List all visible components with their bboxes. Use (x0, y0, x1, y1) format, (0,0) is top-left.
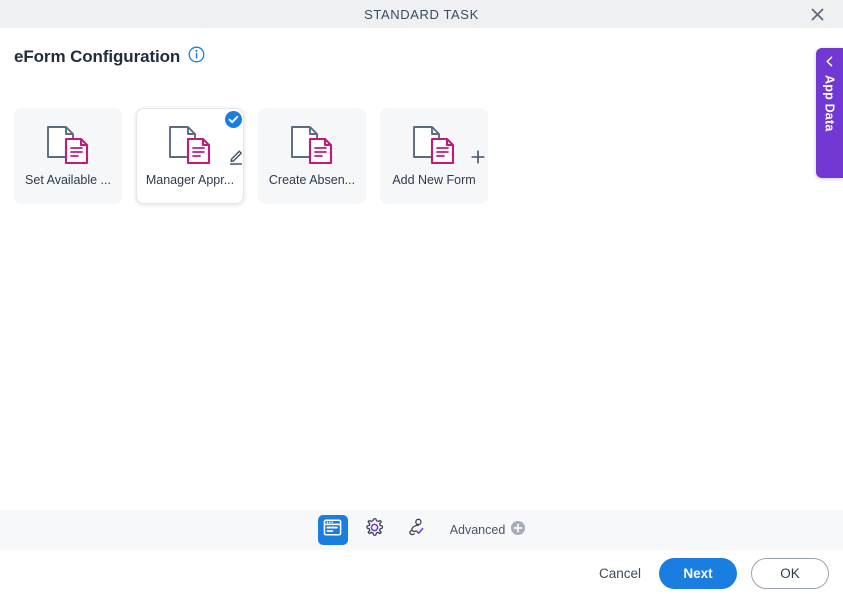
eform-card-label: Manager Appr... (145, 173, 235, 187)
dialog-titlebar: STANDARD TASK (0, 0, 843, 28)
chevron-left-icon (825, 56, 834, 69)
cancel-button[interactable]: Cancel (595, 560, 645, 587)
plus-icon (470, 147, 486, 169)
person-check-icon (406, 517, 427, 543)
plus-circle-icon[interactable] (511, 520, 526, 540)
advanced-toggle[interactable]: Advanced (449, 520, 526, 540)
info-circle-icon[interactable] (188, 46, 205, 68)
app-data-tab-label: App Data (822, 75, 837, 132)
eform-card-set-available[interactable]: Set Available ... (14, 108, 122, 204)
eform-card-add-new-form[interactable]: Add New Form (380, 108, 488, 204)
check-circle-icon (225, 111, 242, 133)
document-pair-icon (36, 123, 100, 169)
next-button[interactable]: Next (659, 557, 737, 589)
ok-button[interactable]: OK (751, 557, 829, 589)
eform-card-label: Create Absen... (268, 173, 356, 187)
form-window-icon (323, 518, 342, 542)
close-button[interactable] (799, 0, 835, 28)
eform-card-label: Set Available ... (25, 173, 111, 187)
dialog-footer: Cancel Next OK (0, 552, 843, 594)
eform-card-manager-approval[interactable]: Manager Appr... (136, 108, 244, 204)
close-icon (810, 7, 825, 22)
eform-card-label: Add New Form (392, 173, 476, 187)
eform-card-create-absence[interactable]: Create Absen... (258, 108, 366, 204)
toolbar-participants-button[interactable] (402, 515, 432, 545)
toolbar-form-designer-button[interactable] (317, 515, 348, 545)
document-pair-icon (158, 111, 243, 169)
page-heading: eForm Configuration (14, 46, 205, 68)
config-toolbar: Advanced (0, 510, 843, 550)
toolbar-settings-button[interactable] (360, 515, 390, 545)
document-pair-icon (402, 123, 485, 169)
gear-icon (364, 517, 385, 543)
dialog-title: STANDARD TASK (364, 6, 479, 22)
eform-card-list: Set Available ... Manager Appr... Create… (14, 108, 488, 204)
pencil-icon[interactable] (228, 149, 244, 171)
standard-task-dialog: STANDARD TASK eForm Configuration Set Av… (0, 0, 843, 594)
document-pair-icon (280, 123, 344, 169)
app-data-tab[interactable]: App Data (816, 48, 843, 178)
page-title: eForm Configuration (14, 47, 181, 66)
advanced-label: Advanced (449, 523, 506, 537)
